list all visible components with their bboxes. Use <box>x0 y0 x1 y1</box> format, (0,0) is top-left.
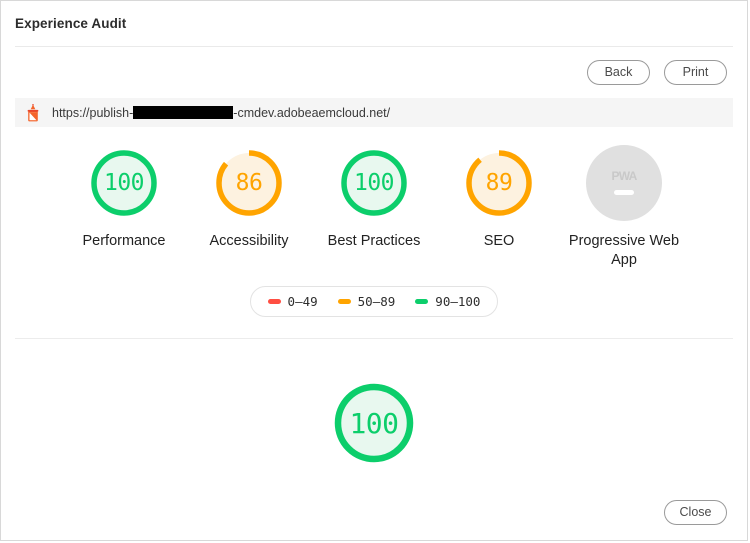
print-button[interactable]: Print <box>664 60 727 86</box>
legend-label-high: 90–100 <box>435 294 481 310</box>
legend-item-mid: 50–89 <box>337 294 396 310</box>
gauge-value-accessibility: 86 <box>235 170 263 197</box>
experience-audit-dialog: Experience Audit Back Print https://publ… <box>0 0 748 541</box>
gauge-accessibility: 86 <box>211 145 287 221</box>
pwa-label-text: PWA <box>611 169 638 184</box>
audited-url-text: https://publish- -cmdev.adobeaemcloud.net… <box>52 106 390 120</box>
gauge-performance: 100 <box>86 145 162 221</box>
legend-item-high: 90–100 <box>415 294 480 309</box>
pwa-dash-icon <box>614 190 634 196</box>
section-divider <box>15 338 733 340</box>
pwa-badge-icon: PWA <box>586 145 662 222</box>
score-label-best-practices: Best Practices <box>327 233 421 250</box>
score-card-seo[interactable]: 89 SEO <box>437 145 562 251</box>
legend-row: 0–49 50–89 90–100 <box>1 286 747 318</box>
gauge-overall-score: 100 <box>328 377 420 469</box>
dialog-header: Experience Audit <box>1 1 747 46</box>
score-label-pwa: Progressive Web App <box>568 233 680 268</box>
url-redacted-block <box>133 106 234 120</box>
score-label-seo: SEO <box>483 233 515 250</box>
gauge-value-overall: 100 <box>349 406 399 440</box>
gauge-value-performance: 100 <box>103 170 145 197</box>
score-card-pwa[interactable]: PWA Progressive Web App <box>562 145 687 269</box>
legend-label-low: 0–49 <box>287 294 318 310</box>
legend-swatch-red-icon <box>267 299 281 305</box>
score-card-best-practices[interactable]: 100 Best Practices <box>312 145 437 251</box>
score-card-performance[interactable]: 100 Performance <box>62 145 187 251</box>
gauge-value-best-practices: 100 <box>353 170 395 197</box>
summary-gauge-row: 100 <box>1 377 747 469</box>
audited-url-bar: https://publish- -cmdev.adobeaemcloud.net… <box>15 98 733 128</box>
gauge-best-practices: 100 <box>336 145 412 221</box>
legend-swatch-green-icon <box>415 299 429 305</box>
dialog-footer: Close <box>1 499 747 540</box>
score-label-performance: Performance <box>82 233 166 250</box>
score-label-accessibility: Accessibility <box>209 233 289 250</box>
score-legend: 0–49 50–89 90–100 <box>249 286 499 318</box>
gauge-value-seo: 89 <box>485 170 513 197</box>
legend-swatch-orange-icon <box>337 299 351 305</box>
url-suffix: -cmdev.adobeaemcloud.net/ <box>233 105 391 120</box>
legend-label-mid: 50–89 <box>357 294 396 310</box>
lighthouse-icon <box>27 103 39 122</box>
url-prefix: https://publish- <box>52 105 134 120</box>
score-card-accessibility[interactable]: 86 Accessibility <box>187 145 312 251</box>
back-button[interactable]: Back <box>587 60 650 86</box>
category-scores: 100 Performance 86 Accessibility 100 Bes… <box>1 145 747 269</box>
legend-item-low: 0–49 <box>267 294 318 310</box>
toolbar: Back Print <box>1 47 747 86</box>
gauge-seo: 89 <box>461 145 537 221</box>
close-button[interactable]: Close <box>664 499 727 525</box>
page-title: Experience Audit <box>15 16 127 31</box>
